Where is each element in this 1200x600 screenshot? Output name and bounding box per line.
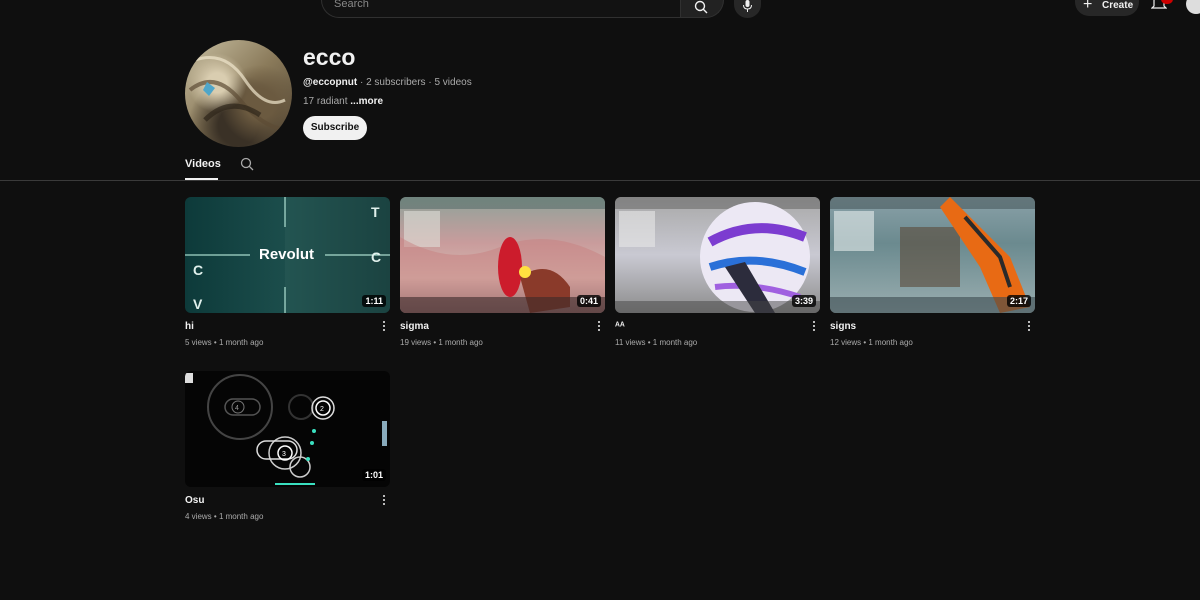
tabs-divider — [0, 180, 1200, 181]
video-meta: 4 views • 1 month ago — [185, 512, 264, 521]
video-title[interactable]: signs — [830, 321, 856, 332]
subscribe-button[interactable]: Subscribe — [303, 116, 367, 140]
user-avatar[interactable] — [1186, 0, 1200, 14]
video-meta: 19 views • 1 month ago — [400, 338, 483, 347]
thumbnail-art — [830, 197, 1035, 313]
video-duration: 1:01 — [361, 469, 386, 481]
channel-stats: · 2 subscribers · 5 videos — [357, 77, 472, 88]
thumbnail-art: 4 2 3 — [185, 373, 387, 485]
video-title[interactable]: Osu — [185, 495, 204, 506]
video-views: 11 views — [615, 338, 646, 347]
channel-avatar — [185, 40, 292, 147]
video-age: 1 month ago — [652, 338, 698, 347]
video-title[interactable]: ᴬᴬ — [615, 321, 625, 332]
more-actions-icon[interactable] — [381, 495, 387, 507]
svg-text:2: 2 — [320, 406, 324, 413]
search-placeholder: Search — [334, 0, 369, 10]
svg-text:C: C — [193, 262, 203, 278]
video-thumbnail[interactable]: 0:41 — [400, 197, 605, 313]
thumbnail-art — [615, 197, 820, 313]
more-actions-icon[interactable] — [811, 321, 817, 333]
more-link[interactable]: ...more — [350, 96, 383, 107]
video-thumbnail[interactable]: 4 2 3 1:01 — [185, 371, 390, 487]
top-bar: Search + Create — [0, 0, 1200, 20]
channel-description: 17 radiant ...more — [303, 96, 383, 107]
create-label: Create — [1102, 0, 1134, 11]
video-meta: 12 views • 1 month ago — [830, 338, 913, 347]
video-age: 1 month ago — [868, 338, 913, 347]
search-button[interactable] — [681, 0, 724, 18]
svg-text:3: 3 — [282, 451, 286, 458]
video-duration: 0:41 — [576, 295, 601, 307]
channel-handle: @eccopnut — [303, 77, 358, 88]
video-age: 1 month ago — [438, 338, 483, 347]
svg-text:4: 4 — [235, 405, 239, 412]
thumbnail-art — [400, 197, 605, 313]
video-views: 19 views — [400, 338, 432, 347]
microphone-icon — [743, 0, 752, 12]
video-title[interactable]: hi — [185, 321, 194, 332]
video-thumbnail[interactable]: 2:17 — [830, 197, 1035, 313]
channel-name: ecco — [303, 44, 356, 70]
video-views: 12 views — [830, 338, 862, 347]
voice-search-button[interactable] — [734, 0, 761, 18]
more-actions-icon[interactable] — [381, 321, 387, 333]
video-age: 1 month ago — [218, 338, 264, 347]
plus-icon: + — [1083, 0, 1093, 13]
video-duration: 2:17 — [1006, 295, 1031, 307]
video-duration: 3:39 — [791, 295, 816, 307]
tab-videos[interactable]: Videos — [185, 158, 221, 170]
thumbnail-logo-text: Revolut — [259, 246, 315, 263]
video-thumbnail[interactable]: 3:39 — [615, 197, 820, 313]
svg-text:T: T — [371, 204, 380, 220]
video-meta: 5 views • 1 month ago — [185, 338, 264, 347]
search-icon[interactable] — [240, 157, 254, 171]
description-text: 17 radiant — [303, 96, 351, 107]
search-input[interactable]: Search — [321, 0, 681, 18]
svg-text:C: C — [371, 249, 381, 265]
svg-text:V: V — [193, 296, 203, 312]
video-title[interactable]: sigma — [400, 321, 429, 332]
more-actions-icon[interactable] — [596, 321, 602, 333]
video-age: 1 month ago — [218, 512, 264, 521]
search-icon — [694, 0, 708, 14]
video-meta: 11 views • 1 month ago — [615, 338, 698, 347]
video-views: 4 views — [185, 512, 212, 521]
channel-meta: @eccopnut · 2 subscribers · 5 videos — [303, 77, 472, 88]
video-views: 5 views — [185, 338, 212, 347]
notification-badge — [1161, 0, 1173, 4]
video-duration: 1:11 — [362, 295, 386, 307]
video-thumbnail[interactable]: V C T C Revolut 1:11 — [185, 197, 390, 313]
more-actions-icon[interactable] — [1026, 321, 1032, 333]
create-button[interactable]: + Create — [1075, 0, 1139, 16]
